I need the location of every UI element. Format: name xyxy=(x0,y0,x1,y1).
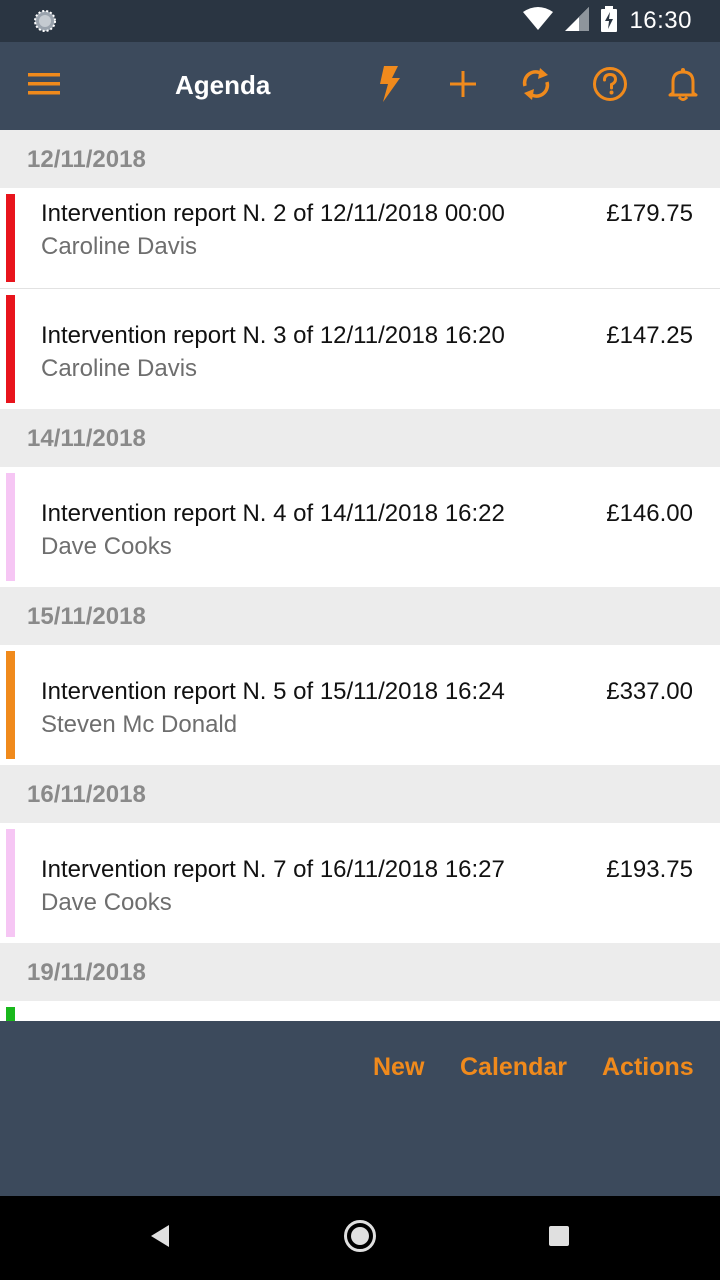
list-item[interactable]: Intervention report N. 5 of 15/11/2018 1… xyxy=(0,645,720,765)
bottom-action-bar: New Calendar Actions xyxy=(0,1021,720,1196)
status-bar: 16:30 xyxy=(0,0,720,42)
date-header: 12/11/2018 xyxy=(0,130,720,188)
list-item[interactable]: Intervention report N. 2 of 12/11/2018 0… xyxy=(0,188,720,288)
notifications-button[interactable] xyxy=(661,64,705,108)
report-title: Intervention report N. 5 of 15/11/2018 1… xyxy=(41,678,505,705)
recents-button[interactable] xyxy=(539,1218,579,1258)
back-icon xyxy=(149,1224,171,1253)
flash-icon xyxy=(378,65,402,107)
status-color-bar xyxy=(6,295,15,403)
date-header: 14/11/2018 xyxy=(0,409,720,467)
report-title: Intervention report N. 3 of 12/11/2018 1… xyxy=(41,322,505,349)
date-header: 16/11/2018 xyxy=(0,765,720,823)
report-amount: £179.75 xyxy=(606,200,693,227)
report-amount: £337.00 xyxy=(606,678,693,705)
add-button[interactable] xyxy=(441,64,485,108)
client-name: Steven Mc Donald xyxy=(41,711,238,738)
flash-button[interactable] xyxy=(368,64,412,108)
report-amount: £147.25 xyxy=(606,322,693,349)
date-header: 19/11/2018 xyxy=(0,943,720,1001)
menu-icon xyxy=(26,71,62,102)
report-title: Intervention report N. 7 of 16/11/2018 1… xyxy=(41,856,505,883)
date-header: 15/11/2018 xyxy=(0,587,720,645)
status-color-bar xyxy=(6,473,15,581)
system-nav-bar xyxy=(0,1196,720,1280)
status-time: 16:30 xyxy=(629,7,692,34)
client-name: Caroline Davis xyxy=(41,355,198,382)
list-item[interactable]: Intervention report N. 4 of 14/11/2018 1… xyxy=(0,467,720,587)
report-title: Intervention report N. 4 of 14/11/2018 1… xyxy=(41,500,505,527)
status-icons: 16:30 xyxy=(523,5,692,37)
list-item[interactable]: Intervention report N. 3 of 12/11/2018 1… xyxy=(0,289,720,409)
client-name: Dave Cooks xyxy=(41,533,172,560)
status-color-bar xyxy=(6,651,15,759)
cell-signal-icon xyxy=(565,6,590,36)
report-amount: £146.00 xyxy=(606,500,693,527)
add-icon xyxy=(449,70,477,103)
recents-icon xyxy=(548,1225,570,1252)
sync-button[interactable] xyxy=(514,64,558,108)
calendar-button[interactable]: Calendar xyxy=(460,1053,567,1082)
help-button[interactable] xyxy=(588,64,632,108)
wifi-icon xyxy=(523,6,554,36)
new-button[interactable]: New xyxy=(373,1053,424,1082)
report-amount: £193.75 xyxy=(606,856,693,883)
settings-dial-icon xyxy=(33,9,57,33)
home-icon xyxy=(343,1219,377,1258)
status-color-bar xyxy=(6,1007,15,1021)
list-item[interactable]: Intervention report N. 7 of 16/11/2018 1… xyxy=(0,823,720,943)
back-button[interactable] xyxy=(140,1218,180,1258)
report-title: Intervention report N. 2 of 12/11/2018 0… xyxy=(41,200,505,227)
menu-button[interactable] xyxy=(22,64,66,108)
status-color-bar xyxy=(6,194,15,282)
client-name: Dave Cooks xyxy=(41,889,172,916)
agenda-list[interactable]: 12/11/2018 Intervention report N. 2 of 1… xyxy=(0,130,720,1021)
home-button[interactable] xyxy=(340,1218,380,1258)
bell-icon xyxy=(668,67,698,106)
battery-charging-icon xyxy=(601,5,618,37)
help-icon xyxy=(592,66,628,107)
sync-icon xyxy=(520,67,552,106)
page-title: Agenda xyxy=(175,70,271,100)
client-name: Caroline Davis xyxy=(41,233,198,260)
list-item[interactable] xyxy=(0,1001,720,1021)
actions-button[interactable]: Actions xyxy=(602,1053,694,1082)
status-color-bar xyxy=(6,829,15,937)
app-toolbar: Agenda xyxy=(0,42,720,130)
